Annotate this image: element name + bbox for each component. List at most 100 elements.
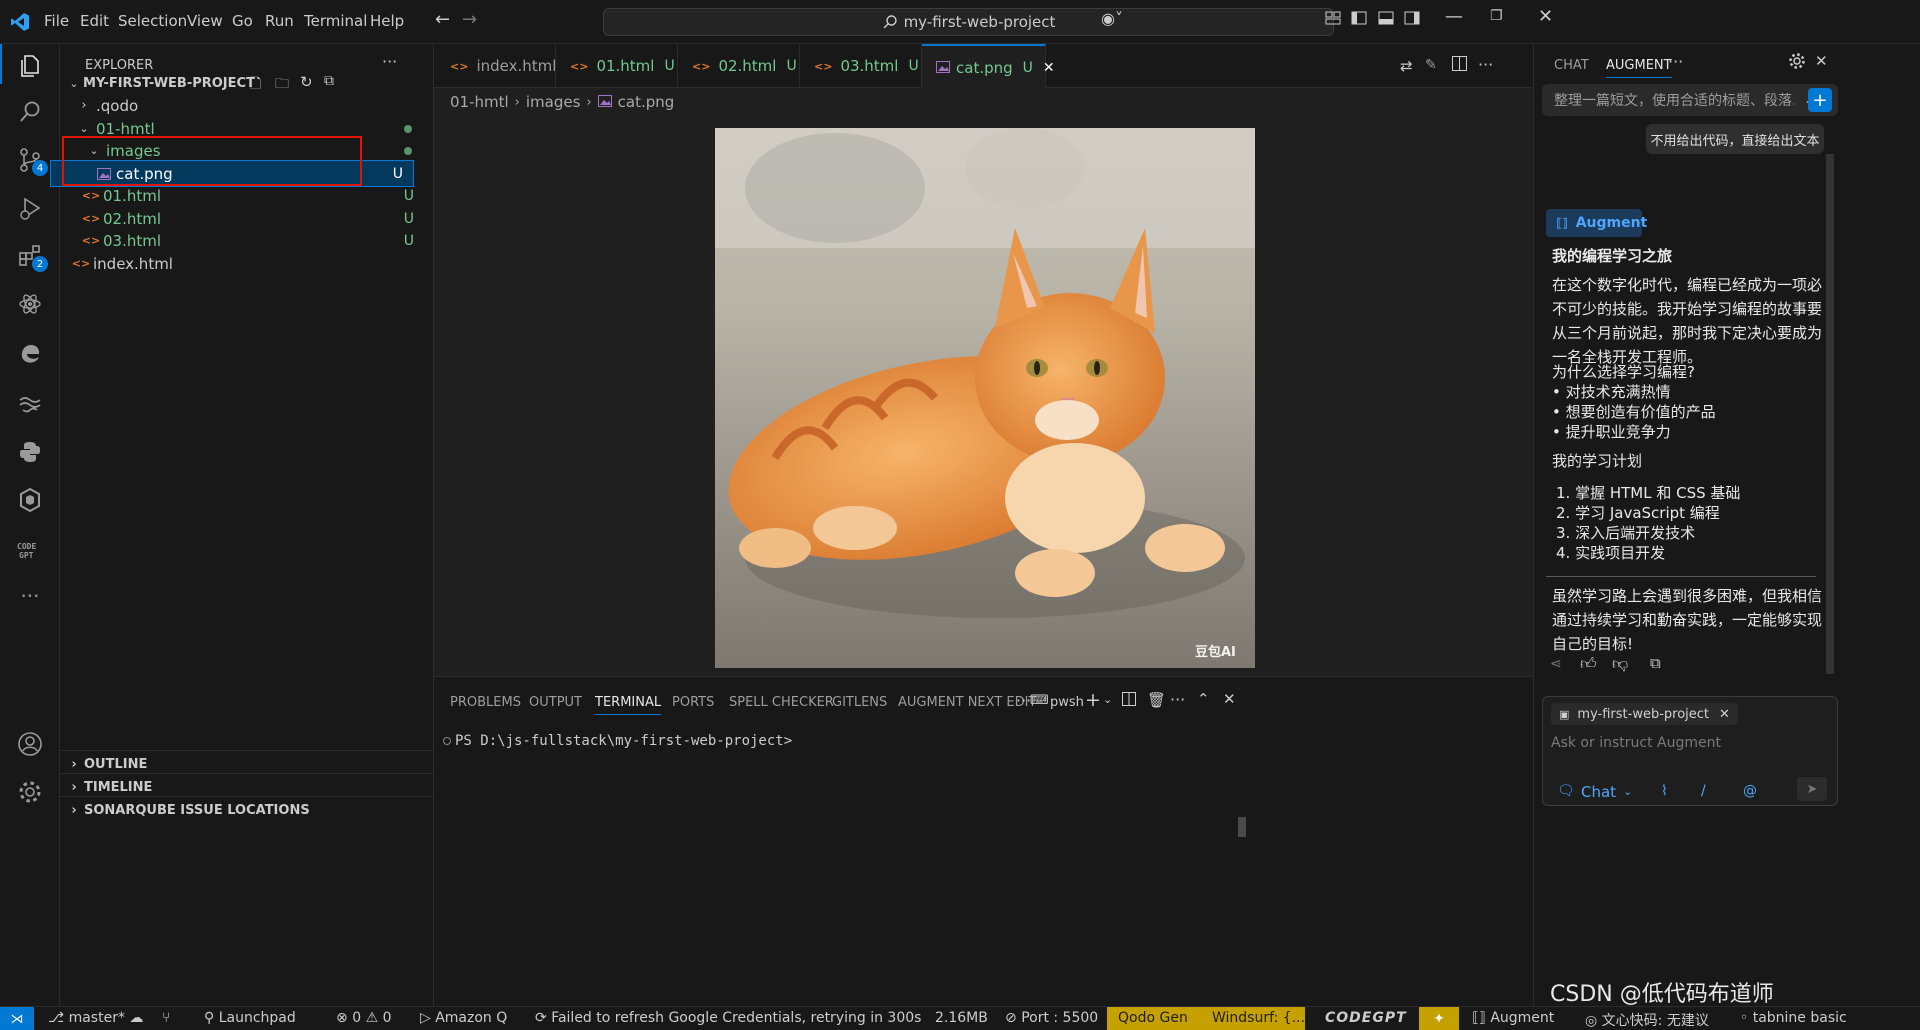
react-icon[interactable] — [10, 284, 50, 324]
remove-chip-icon[interactable]: ✕ — [1719, 707, 1730, 722]
attach-paperclip-icon[interactable]: ⌇ — [1661, 783, 1668, 799]
wenxin-status[interactable]: ◎ 文心快码: 无建议 — [1585, 1010, 1709, 1030]
breadcrumb-item[interactable]: 01-hmtl — [450, 93, 509, 111]
menu-help[interactable]: Help — [370, 12, 404, 30]
python-icon[interactable] — [10, 432, 50, 472]
menu-edit[interactable]: Edit — [80, 12, 109, 30]
back-arrow-icon[interactable]: ← — [435, 9, 450, 30]
panel-tab-gitlens[interactable]: GITLENS — [832, 695, 887, 710]
git-graph-icon[interactable]: ⑂ — [162, 1010, 170, 1026]
breadcrumb-item[interactable]: cat.png — [618, 93, 675, 111]
customize-layout-icon[interactable] — [1325, 10, 1341, 26]
explorer-icon[interactable] — [10, 46, 50, 86]
section-sonarqube[interactable]: › SONARQUBE ISSUE LOCATIONS — [60, 796, 434, 823]
copy-icon[interactable]: ⧉ — [1650, 654, 1661, 672]
context-chip[interactable]: ▣ my-first-web-project ✕ — [1551, 703, 1738, 725]
terminal-prompt[interactable]: PS D:\js-fullstack\my-first-web-project> — [455, 733, 792, 749]
tab-index-html[interactable]: <> index.html — [434, 44, 556, 88]
slash-command-icon[interactable]: / — [1701, 783, 1706, 799]
prompt-history-select[interactable]: 整理一篇短文，使用合适的标题、段落... ⌄ — [1542, 84, 1838, 116]
qodo-icon[interactable] — [10, 480, 50, 520]
augment-status[interactable]: ⟦⟧ Augment — [1472, 1010, 1554, 1026]
panel-tab-ports[interactable]: PORTS — [672, 695, 714, 710]
maximize-panel-icon[interactable]: ⌃ — [1197, 690, 1210, 708]
breadcrumb-item[interactable]: images — [526, 93, 581, 111]
sparkle-icon[interactable]: ✦ — [1419, 1007, 1459, 1030]
chevron-down-icon[interactable]: ⌄ — [1103, 693, 1112, 706]
split-terminal-icon[interactable] — [1122, 692, 1136, 706]
codegpt-status[interactable]: CODEGPT — [1325, 1010, 1407, 1026]
minimize-icon[interactable]: — — [1445, 6, 1463, 27]
editor-more-icon[interactable]: ··· — [1478, 55, 1493, 74]
refresh-icon[interactable]: ↻ — [300, 73, 313, 91]
edge-icon[interactable] — [10, 334, 50, 374]
thumbs-up-icon[interactable]: 👍︎ — [1580, 654, 1597, 674]
menu-view[interactable]: View — [187, 12, 223, 30]
extensions-icon[interactable]: 2 — [10, 236, 50, 276]
restore-icon[interactable]: ❐ — [1490, 8, 1503, 24]
problems-count[interactable]: ⊗ 0 ⚠ 0 — [336, 1010, 392, 1026]
command-center[interactable]: my-first-web-project — [603, 8, 1334, 36]
explorer-more-icon[interactable]: ··· — [382, 52, 397, 71]
thumbs-down-icon[interactable]: 👎︎ — [1612, 654, 1628, 674]
tab-01-html[interactable]: <> 01.html U — [556, 44, 678, 88]
share-icon[interactable]: ⋖ — [1550, 656, 1562, 672]
close-aux-icon[interactable]: ✕ — [1815, 52, 1828, 70]
send-icon[interactable]: ➤ — [1797, 777, 1827, 801]
panel-tab-problems[interactable]: PROBLEMS — [450, 695, 521, 710]
amazon-q[interactable]: ▷ Amazon Q — [420, 1010, 507, 1026]
close-panel-icon[interactable]: ✕ — [1223, 690, 1236, 708]
close-tab-icon[interactable]: ✕ — [1043, 60, 1055, 76]
tree-item-index-html[interactable]: <> index.html — [60, 250, 434, 277]
chat-input-box[interactable]: ▣ my-first-web-project ✕ Ask or instruct… — [1542, 696, 1838, 806]
panel-more-icon[interactable]: ··· — [1016, 691, 1031, 710]
tab-02-html[interactable]: <> 02.html U — [678, 44, 800, 88]
settings-gear-icon[interactable] — [1788, 52, 1806, 70]
panel-tab-spell-checker[interactable]: SPELL CHECKER — [729, 695, 834, 710]
windsurf-status[interactable]: Windsurf: {...} — [1212, 1010, 1314, 1026]
terminal-more-icon[interactable]: ··· — [1170, 690, 1185, 709]
source-control-icon[interactable]: 4 — [10, 140, 50, 180]
chat-mode-select[interactable]: Chat — [1581, 783, 1616, 801]
chevron-down-icon[interactable]: ⌄ — [1623, 785, 1632, 798]
new-terminal-icon[interactable]: + — [1085, 689, 1101, 711]
toggle-secondary-sidebar-icon[interactable] — [1404, 10, 1420, 26]
search-icon[interactable] — [10, 92, 50, 132]
git-branch[interactable]: ⎇ master* ☁ — [48, 1010, 143, 1026]
menu-go[interactable]: Go — [232, 12, 253, 30]
forward-arrow-icon[interactable]: → — [462, 9, 477, 30]
codegpt-icon[interactable]: CODE GPT — [10, 530, 50, 570]
memory-usage[interactable]: 2.16MB — [935, 1010, 988, 1026]
edit-pencil-icon[interactable]: ✎ — [1425, 57, 1437, 73]
mention-icon[interactable]: @ — [1743, 783, 1757, 799]
new-chat-plus-icon[interactable]: + — [1808, 88, 1832, 112]
chat-scrollbar[interactable] — [1826, 154, 1834, 674]
live-server-port[interactable]: ⊘ Port : 5500 — [1005, 1010, 1098, 1026]
manage-gear-icon[interactable] — [10, 772, 50, 812]
menu-terminal[interactable]: Terminal — [304, 12, 367, 30]
run-debug-icon[interactable] — [10, 188, 50, 228]
toggle-primary-sidebar-icon[interactable] — [1351, 10, 1367, 26]
aux-tab-chat[interactable]: CHAT — [1554, 58, 1589, 73]
aux-tab-augment[interactable]: AUGMENT — [1606, 58, 1672, 78]
collapse-all-icon[interactable]: ⧉ — [324, 73, 334, 89]
launchpad[interactable]: ⚲ Launchpad — [204, 1010, 296, 1026]
tab-cat-png[interactable]: cat.png U ✕ — [922, 44, 1055, 89]
menu-run[interactable]: Run — [265, 12, 294, 30]
tabnine-status[interactable]: ◦ tabnine basic — [1740, 1010, 1847, 1026]
qodo-gen[interactable]: Qodo Gen — [1118, 1010, 1188, 1026]
tab-03-html[interactable]: <> 03.html U — [800, 44, 922, 88]
close-window-icon[interactable]: ✕ — [1538, 6, 1553, 27]
chat-input[interactable]: Ask or instruct Augment — [1551, 735, 1721, 751]
remote-indicator-icon[interactable]: ⋊ — [0, 1007, 34, 1030]
windsurf-icon[interactable] — [10, 384, 50, 424]
google-credentials[interactable]: ⟳ Failed to refresh Google Credentials, … — [535, 1010, 921, 1026]
menu-file[interactable]: File — [44, 12, 69, 30]
aux-more-icon[interactable]: ··· — [1668, 52, 1683, 71]
split-editor-icon[interactable] — [1452, 56, 1467, 71]
toggle-panel-icon[interactable] — [1378, 10, 1394, 26]
menu-selection[interactable]: Selection — [118, 12, 187, 30]
trash-icon[interactable]: 🗑 — [1147, 691, 1166, 709]
accounts-icon[interactable] — [10, 724, 50, 764]
more-views-icon[interactable]: ··· — [10, 576, 50, 616]
